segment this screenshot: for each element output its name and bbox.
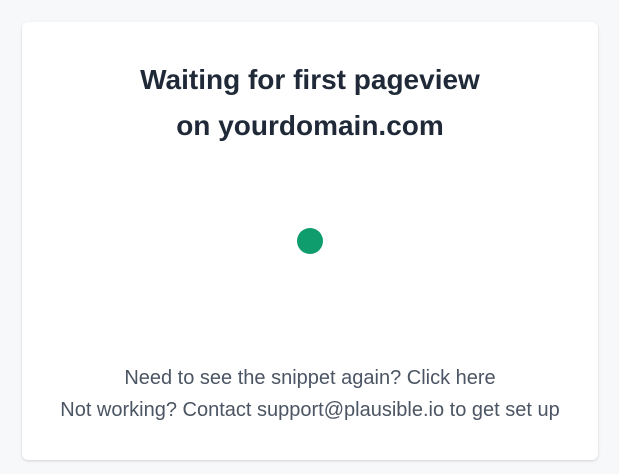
help-section: Need to see the snippet again? Click her… [22, 362, 598, 426]
snippet-help-text: Need to see the snippet again? [124, 367, 407, 389]
title-line-1: Waiting for first pageview [140, 64, 480, 95]
contact-prefix-text: Not working? Contact [60, 399, 258, 421]
waiting-indicator-dot [297, 228, 323, 254]
title-line-2: on yourdomain.com [176, 110, 444, 141]
snippet-help-line: Need to see the snippet again? Click her… [22, 362, 598, 394]
support-email-link[interactable]: support@plausible.io [257, 399, 444, 421]
page-title: Waiting for first pageview on yourdomain… [22, 57, 598, 149]
contact-help-line: Not working? Contact support@plausible.i… [22, 394, 598, 426]
contact-suffix-text: to get set up [444, 399, 560, 421]
waiting-card: Waiting for first pageview on yourdomain… [22, 22, 598, 460]
click-here-link[interactable]: Click here [407, 367, 496, 389]
